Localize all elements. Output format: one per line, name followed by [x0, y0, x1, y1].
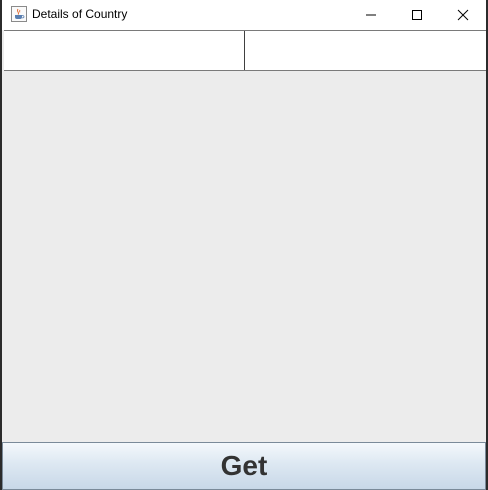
left-text-field[interactable] [4, 31, 244, 70]
get-button[interactable]: Get [2, 442, 486, 490]
close-icon [457, 9, 469, 21]
title-bar[interactable]: Details of Country [2, 0, 486, 30]
java-cup-icon [11, 6, 27, 22]
maximize-button[interactable] [394, 0, 440, 30]
window-title: Details of Country [32, 7, 128, 21]
content-panel [4, 71, 486, 442]
get-button-label: Get [220, 450, 268, 481]
minimize-icon [366, 14, 376, 16]
minimize-button[interactable] [348, 0, 394, 30]
app-window: Details of Country [0, 0, 488, 490]
maximize-icon [412, 10, 422, 20]
input-row [4, 30, 486, 71]
field-divider [244, 31, 245, 70]
right-text-field[interactable] [246, 31, 486, 70]
close-button[interactable] [440, 0, 486, 30]
